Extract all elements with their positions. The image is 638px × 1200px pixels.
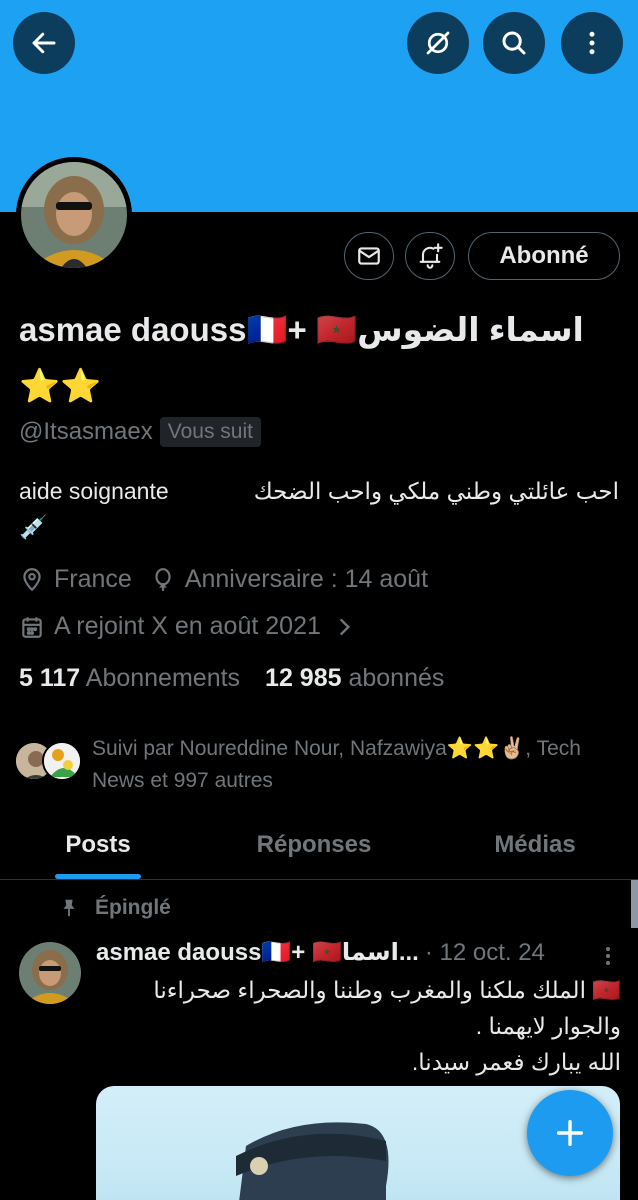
tab-media[interactable]: Médias [432,820,638,879]
bio-text-fr: aide soignante [19,478,169,504]
following-count: 5 117 [19,664,81,692]
follows-you-badge: Vous suit [159,417,261,447]
scrollbar[interactable] [631,880,638,928]
balloon-icon [155,567,171,591]
compose-button[interactable] [527,1090,613,1176]
post-author-avatar[interactable] [19,942,81,1004]
chevron-right-icon[interactable] [331,614,357,640]
calendar-icon [22,616,42,638]
post-text: 🇲🇦 الملك ملكنا والمغرب وطننا والصحراء صح… [153,977,621,1075]
more-options-button[interactable] [561,12,623,74]
followed-by-text: Suivi par Noureddine Nour, Nafzawiya⭐⭐✌🏼… [92,737,581,792]
post-date[interactable]: · 12 oct. 24 [425,939,545,967]
vertical-dots-icon [589,31,595,55]
plus-icon [556,1119,584,1147]
username-handle: @Itsasmaex [19,418,153,445]
joined-text: A rejoint X en août 2021 [54,612,321,640]
followed-by-section[interactable]: Suivi par Noureddine Nour, Nafzawiya⭐⭐✌🏼… [14,733,612,797]
bell-plus-icon [419,243,443,269]
vertical-dots-icon [606,947,610,965]
post-author-name[interactable]: asmae daouss🇫🇷+ 🇲🇦اسما... [96,938,419,967]
message-button[interactable] [344,232,394,280]
profile-tabs: Posts Réponses Médias [0,820,638,880]
following-count-link[interactable]: 5 117 Abonnements [19,664,240,693]
following-button[interactable]: Abonné [468,232,620,280]
no-sync-button[interactable] [407,12,469,74]
bio-text-ar: احب عائلتي وطني ملكي واحب الضحك [253,478,619,504]
following-label: Abonnements [85,664,241,692]
post-more-button[interactable] [598,942,618,972]
display-name: asmae daouss🇫🇷+ 🇲🇦اسماء الضوس ⭐⭐ [19,311,584,404]
search-button[interactable] [483,12,545,74]
follower-avatar [42,741,82,781]
pinned-label: Épinglé [95,896,171,919]
followers-count: 12 985 [265,664,342,692]
followers-count-link[interactable]: 12 985 abonnés [265,664,444,693]
tab-posts[interactable]: Posts [0,820,196,879]
notifications-button[interactable] [405,232,455,280]
location-text: France [54,565,132,593]
arrow-left-icon [32,32,56,54]
pin-icon [63,899,75,917]
search-icon [502,31,526,55]
tab-replies[interactable]: Réponses [196,820,432,879]
mail-icon [358,247,380,265]
slashed-circle-icon [426,31,450,55]
profile-avatar[interactable] [16,157,132,273]
birthday-text: Anniversaire : 14 août [184,565,429,593]
profile-bio: aide soignante احب عائلتي وطني ملكي واحب… [19,474,619,540]
location-pin-icon [23,567,41,591]
followers-label: abonnés [348,664,445,692]
back-button[interactable] [13,12,75,74]
bio-emoji: 💉 [19,514,48,540]
